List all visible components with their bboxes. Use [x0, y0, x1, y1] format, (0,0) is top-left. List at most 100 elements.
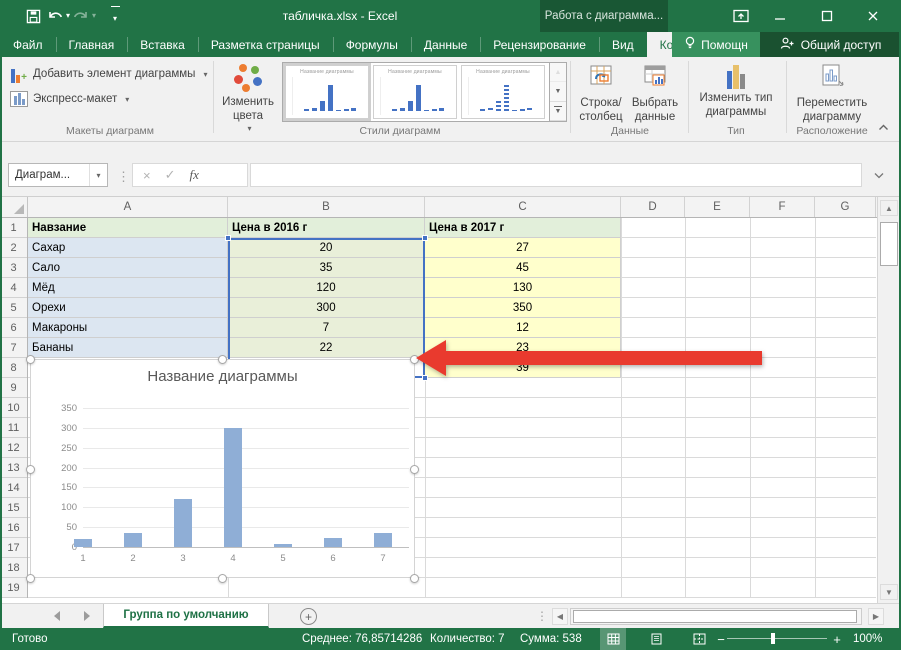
row-header-6[interactable]: 6	[0, 318, 27, 338]
tab-Файл[interactable]: Файл	[0, 32, 56, 57]
view-page-layout-icon[interactable]	[643, 628, 669, 650]
tab-Данные[interactable]: Данные	[411, 32, 480, 57]
chart-bar-3[interactable]	[174, 499, 192, 547]
row-header-3[interactable]: 3	[0, 258, 27, 278]
cell-C1[interactable]: Цена в 2017 г	[425, 218, 621, 238]
sheet-nav-right-icon[interactable]	[84, 611, 90, 621]
move-chart-button[interactable]: Переместить диаграмму	[792, 63, 872, 124]
hscroll-left-icon[interactable]: ◀	[552, 608, 568, 625]
view-page-break-icon[interactable]	[686, 628, 712, 650]
horizontal-scroll-thumb[interactable]	[573, 610, 857, 623]
cancel-entry-icon[interactable]: ×	[143, 168, 151, 183]
chart-style-thumbnail-style-1[interactable]: Название диаграммы	[283, 63, 371, 121]
gallery-scroll-up-icon[interactable]: ▲	[550, 63, 566, 82]
change-colors-button[interactable]: Изменить цвета	[216, 63, 280, 133]
sheet-tab-active[interactable]: Группа по умолчанию	[103, 604, 269, 628]
chart-style-thumbnail-style-3[interactable]: Название диаграммы	[459, 63, 547, 121]
tab-Рецензирование[interactable]: Рецензирование	[480, 32, 599, 57]
switch-row-column-button[interactable]: Строка/ столбец	[576, 63, 626, 124]
range-handle-top-left[interactable]	[225, 235, 231, 241]
change-chart-type-button[interactable]: Изменить тип диаграммы	[694, 63, 778, 120]
cell-C3[interactable]: 45	[425, 258, 621, 278]
chart-resize-handle-5[interactable]	[26, 574, 35, 583]
column-header-C[interactable]: C	[425, 197, 621, 217]
cell-A6[interactable]: Макароны	[28, 318, 228, 338]
gallery-scroll-down-icon[interactable]: ▼	[550, 82, 566, 101]
cell-A1[interactable]: Навзание	[28, 218, 228, 238]
row-header-18[interactable]: 18	[0, 558, 27, 578]
select-all-corner[interactable]	[0, 197, 28, 217]
row-header-17[interactable]: 17	[0, 538, 27, 558]
row-header-15[interactable]: 15	[0, 498, 27, 518]
chart-bar-5[interactable]	[274, 544, 292, 547]
name-box-caret-icon[interactable]: ▾	[89, 164, 107, 186]
chart-resize-handle-7[interactable]	[410, 574, 419, 583]
sheet-nav-left-icon[interactable]	[54, 611, 60, 621]
horizontal-scrollbar[interactable]	[570, 608, 862, 625]
minimize-button[interactable]	[763, 0, 797, 32]
tab-Формулы[interactable]: Формулы	[333, 32, 411, 57]
chart-bar-2[interactable]	[124, 533, 142, 547]
row-header-16[interactable]: 16	[0, 518, 27, 538]
cell-A7[interactable]: Бананы	[28, 338, 228, 358]
vertical-scroll-thumb[interactable]	[880, 222, 898, 266]
tab-Разметка страницы[interactable]: Разметка страницы	[198, 32, 333, 57]
tell-me-help[interactable]: Помощн	[672, 32, 760, 57]
gallery-more-icon[interactable]: ▼	[550, 102, 566, 121]
zoom-out-icon[interactable]: −	[714, 628, 728, 650]
chart-title[interactable]: Название диаграммы	[31, 368, 414, 385]
redo-icon[interactable]	[70, 6, 92, 26]
zoom-slider[interactable]	[727, 638, 827, 639]
cell-C5[interactable]: 350	[425, 298, 621, 318]
redo-dropdown-caret[interactable]: ▾	[92, 12, 96, 20]
chart-resize-handle-0[interactable]	[26, 355, 35, 364]
zoom-level[interactable]: 100%	[853, 628, 882, 650]
row-header-11[interactable]: 11	[0, 418, 27, 438]
view-normal-icon[interactable]	[600, 628, 626, 650]
ribbon-display-options-icon[interactable]	[724, 0, 758, 32]
save-icon[interactable]	[22, 6, 44, 26]
formula-bar-expand-icon[interactable]	[868, 163, 890, 187]
row-header-8[interactable]: 8	[0, 358, 27, 378]
add-sheet-icon[interactable]: +	[300, 608, 317, 625]
cell-A2[interactable]: Сахар	[28, 238, 228, 258]
chart-bar-4[interactable]	[224, 428, 242, 547]
column-header-D[interactable]: D	[621, 197, 685, 217]
vertical-scrollbar[interactable]: ▲ ▼	[877, 197, 899, 603]
name-box[interactable]: Диаграм... ▾	[8, 163, 108, 187]
cell-A5[interactable]: Орехи	[28, 298, 228, 318]
tab-Вид[interactable]: Вид	[599, 32, 647, 57]
scroll-down-icon[interactable]: ▼	[880, 584, 898, 600]
chart-resize-handle-4[interactable]	[410, 465, 419, 474]
row-header-14[interactable]: 14	[0, 478, 27, 498]
chart-resize-handle-1[interactable]	[218, 355, 227, 364]
row-header-9[interactable]: 9	[0, 378, 27, 398]
customize-qat-icon[interactable]: ▾	[104, 6, 126, 26]
row-header-12[interactable]: 12	[0, 438, 27, 458]
close-button[interactable]	[856, 0, 890, 32]
chart-bar-6[interactable]	[324, 538, 342, 547]
hscroll-right-icon[interactable]: ▶	[868, 608, 884, 625]
formula-input[interactable]	[250, 163, 862, 187]
share-button[interactable]: Общий доступ	[760, 32, 901, 57]
cell-C2[interactable]: 27	[425, 238, 621, 258]
maximize-button[interactable]	[810, 0, 844, 32]
cell-C4[interactable]: 130	[425, 278, 621, 298]
chart-resize-handle-3[interactable]	[26, 465, 35, 474]
embedded-chart[interactable]: Название диаграммы 050100150200250300350…	[30, 359, 415, 578]
confirm-entry-icon[interactable]: ✓	[165, 167, 176, 183]
add-chart-element-button[interactable]: + Добавить элемент диаграммы	[10, 65, 207, 83]
row-header-10[interactable]: 10	[0, 398, 27, 418]
range-handle-top-right[interactable]	[422, 235, 428, 241]
cell-B1[interactable]: Цена в 2016 г	[228, 218, 425, 238]
row-header-2[interactable]: 2	[0, 238, 27, 258]
chart-bar-1[interactable]	[74, 539, 92, 547]
row-header-4[interactable]: 4	[0, 278, 27, 298]
chart-resize-handle-6[interactable]	[218, 574, 227, 583]
undo-icon[interactable]	[44, 6, 66, 26]
zoom-in-icon[interactable]: +	[830, 628, 844, 650]
scroll-up-icon[interactable]: ▲	[880, 200, 898, 216]
tab-Главная[interactable]: Главная	[56, 32, 128, 57]
chart-style-thumbnail-style-2[interactable]: Название диаграммы	[371, 63, 459, 121]
row-header-1[interactable]: 1	[0, 218, 27, 238]
